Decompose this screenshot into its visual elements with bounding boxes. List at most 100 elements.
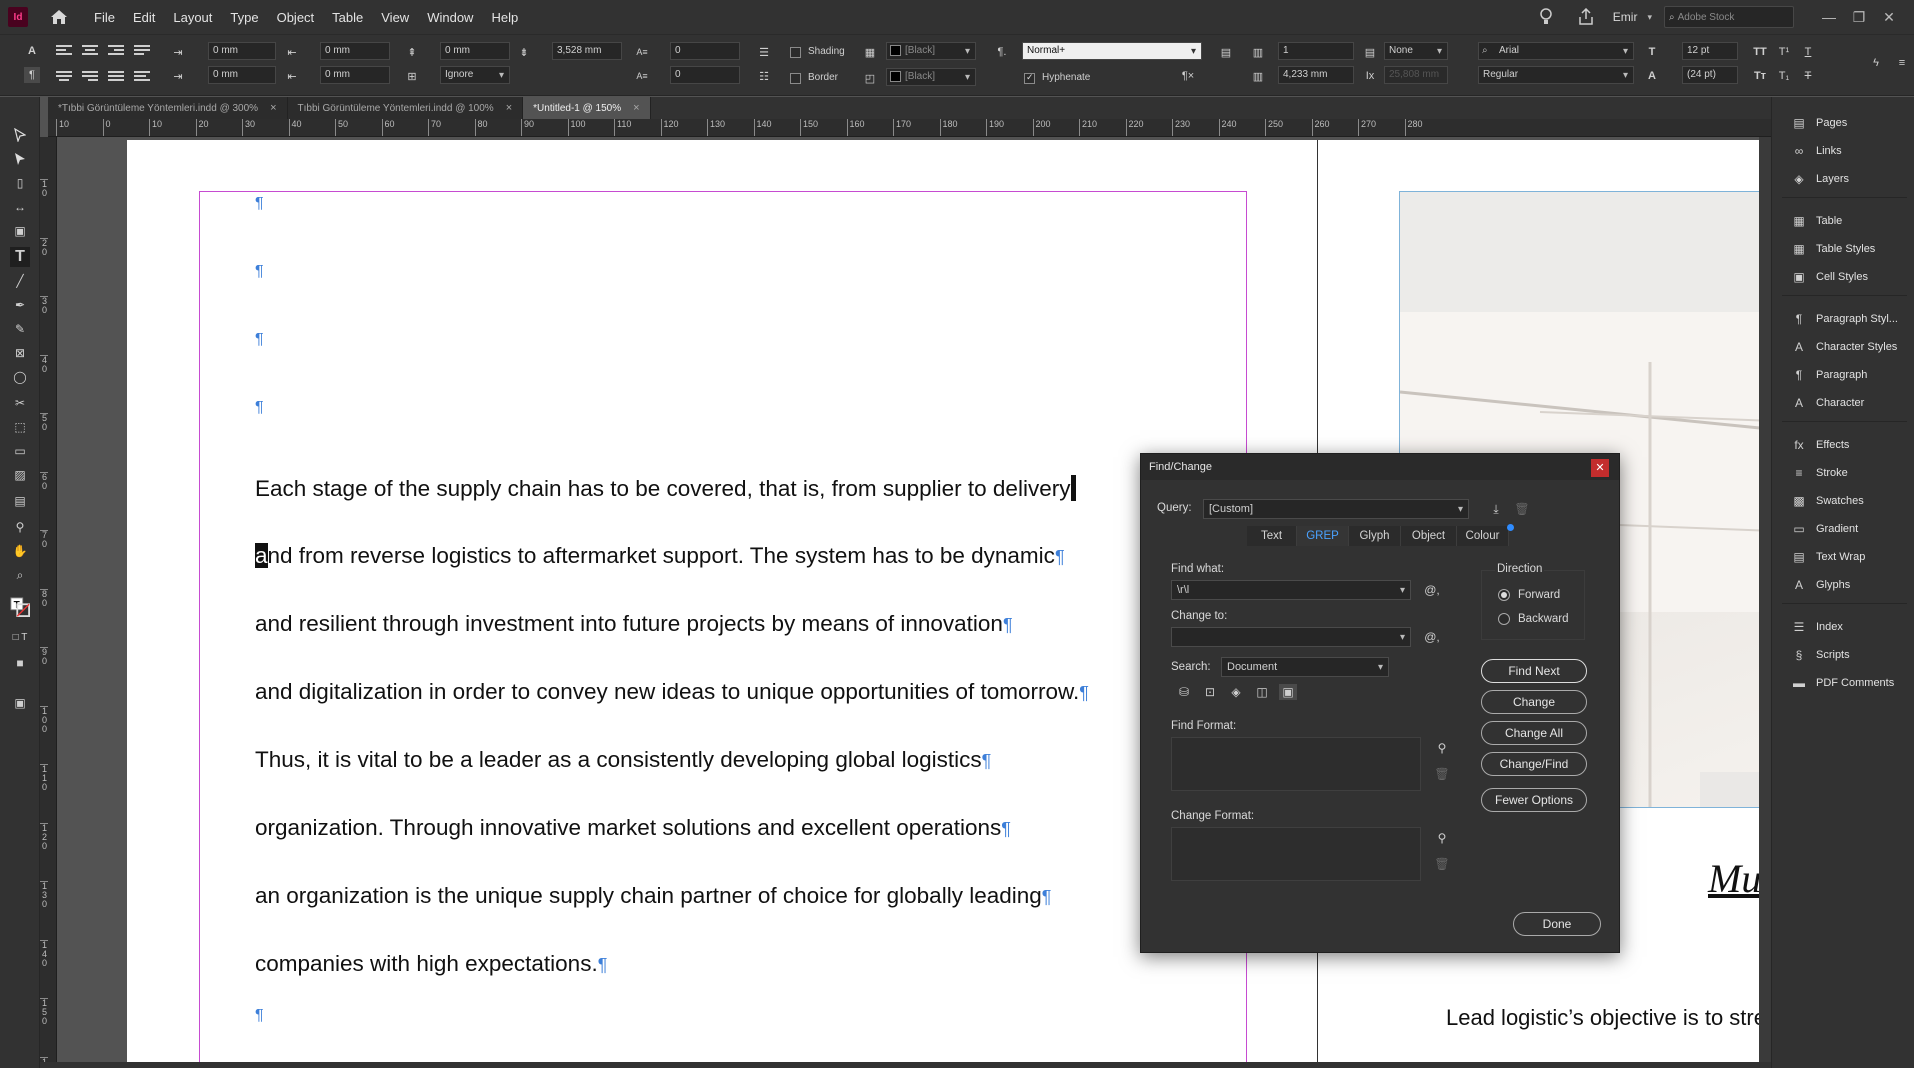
left-indent-field[interactable]: 0 mm — [208, 42, 276, 60]
fill-stroke-icon[interactable]: T — [10, 597, 30, 617]
panel-item-layers[interactable]: ◈ Layers — [1772, 167, 1914, 191]
panel-item-character-styles[interactable]: A Character Styles — [1772, 335, 1914, 359]
text-line[interactable]: Thus, it is vital to be a leader as a co… — [255, 747, 991, 773]
menu-view[interactable]: View — [381, 10, 409, 25]
text-line[interactable]: and digitalization in order to convey ne… — [255, 679, 1089, 705]
minimize-button[interactable]: — — [1814, 9, 1844, 25]
first-line-indent-field[interactable]: 0 mm — [208, 66, 276, 84]
tab-text[interactable]: Text — [1247, 526, 1297, 546]
menu-help[interactable]: Help — [491, 10, 518, 25]
tab-colour[interactable]: Colour — [1457, 526, 1509, 546]
panel-item-paragraph[interactable]: ¶ Paragraph — [1772, 363, 1914, 387]
page-tool-icon[interactable]: ▯ — [10, 173, 30, 193]
menu-table[interactable]: Table — [332, 10, 363, 25]
panel-item-scripts[interactable]: § Scripts — [1772, 643, 1914, 667]
hyphenate-checkbox[interactable] — [1024, 72, 1035, 84]
stock-search-input[interactable]: ⌕ Adobe Stock — [1664, 6, 1794, 28]
panel-item-gradient[interactable]: ▭ Gradient — [1772, 517, 1914, 541]
list-icon[interactable]: ▤ — [1218, 44, 1234, 60]
superscript-icon[interactable]: T¹ — [1776, 44, 1792, 60]
change-format-box[interactable] — [1171, 827, 1421, 881]
panel-menu-icon[interactable]: ≡ — [1894, 55, 1910, 71]
find-format-settings-icon[interactable]: ⚲ — [1433, 740, 1451, 756]
change-to-input[interactable]: ▾ — [1171, 627, 1411, 647]
numbering-icon[interactable]: ☷ — [756, 68, 772, 84]
justify-right-icon[interactable] — [82, 71, 98, 85]
space-after-field[interactable]: 3,528 mm — [552, 42, 622, 60]
text-line[interactable]: Each stage of the supply chain has to be… — [255, 475, 1077, 502]
menu-object[interactable]: Object — [277, 10, 315, 25]
column-gutter-field[interactable]: 4,233 mm — [1278, 66, 1354, 84]
document-tab[interactable]: *Untitled-1 @ 150% × — [523, 97, 651, 119]
panel-item-glyphs[interactable]: A Glyphs — [1772, 573, 1914, 597]
font-style-select[interactable]: Regular ▾ — [1478, 66, 1634, 84]
tab-grep[interactable]: GREP — [1297, 526, 1349, 546]
pen-tool-icon[interactable]: ✒ — [10, 295, 30, 315]
fewer-options-button[interactable]: Fewer Options — [1481, 788, 1587, 812]
menu-layout[interactable]: Layout — [173, 10, 212, 25]
save-query-icon[interactable]: ⤓ — [1487, 501, 1505, 517]
text-line[interactable]: organization. Through innovative market … — [255, 815, 1011, 841]
menu-file[interactable]: File — [94, 10, 115, 25]
chevron-down-icon[interactable]: ▾ — [1647, 12, 1652, 23]
columns-field[interactable]: 1 — [1278, 42, 1354, 60]
forward-radio[interactable] — [1498, 589, 1510, 601]
panel-item-pdf-comments[interactable]: ▬ PDF Comments — [1772, 671, 1914, 695]
canvas-scrollbar[interactable] — [1759, 137, 1771, 1062]
justify-center-icon[interactable] — [56, 71, 72, 85]
menu-window[interactable]: Window — [427, 10, 473, 25]
panel-item-stroke[interactable]: ≡ Stroke — [1772, 461, 1914, 485]
align-right-icon[interactable] — [108, 45, 124, 59]
strikethrough-icon[interactable]: T — [1800, 68, 1816, 84]
panel-item-pages[interactable]: ▤ Pages — [1772, 111, 1914, 135]
panel-item-swatches[interactable]: ▩ Swatches — [1772, 489, 1914, 513]
last-line-indent-field[interactable]: 0 mm — [320, 66, 390, 84]
line-tool-icon[interactable]: ╱ — [10, 271, 30, 291]
close-window-button[interactable]: ✕ — [1874, 9, 1904, 26]
lightning-icon[interactable]: ϟ — [1868, 55, 1884, 71]
justify-left-icon[interactable] — [134, 45, 150, 59]
hand-tool-icon[interactable]: ✋ — [10, 541, 30, 561]
note-tool-icon[interactable]: ▤ — [10, 491, 30, 511]
scissors-tool-icon[interactable]: ✂ — [10, 393, 30, 413]
drop-cap-lines-field[interactable]: 0 — [670, 42, 740, 60]
align-to-grid-select[interactable]: Ignore ▾ — [440, 66, 510, 84]
border-checkbox[interactable] — [790, 73, 801, 84]
gradient-swatch-tool-icon[interactable]: ▭ — [10, 441, 30, 461]
find-what-input[interactable]: \r\l ▾ — [1171, 580, 1411, 600]
tab-object[interactable]: Object — [1401, 526, 1457, 546]
change-format-settings-icon[interactable]: ⚲ — [1433, 830, 1451, 846]
find-format-box[interactable] — [1171, 737, 1421, 791]
type-tool-icon[interactable]: T — [10, 247, 30, 267]
underline-icon[interactable]: T — [1800, 44, 1816, 60]
span-select[interactable]: None ▾ — [1384, 42, 1448, 60]
menu-type[interactable]: Type — [230, 10, 258, 25]
shading-color-select[interactable]: [Black] ▾ — [886, 42, 976, 60]
include-master-pages-icon[interactable]: ◫ — [1253, 684, 1271, 700]
close-tab-icon[interactable]: × — [270, 102, 276, 114]
eyedropper-tool-icon[interactable]: ⚲ — [10, 517, 30, 537]
drop-cap-chars-field[interactable]: 0 — [670, 66, 740, 84]
text-line[interactable]: and resilient through investment into fu… — [255, 611, 1013, 637]
space-before-field[interactable]: 0 mm — [440, 42, 510, 60]
document-tab[interactable]: Tıbbi Görüntüleme Yöntemleri.indd @ 100%… — [287, 97, 524, 119]
search-scope-select[interactable]: Document ▾ — [1221, 657, 1389, 677]
panel-item-table-styles[interactable]: ▦ Table Styles — [1772, 237, 1914, 261]
panel-item-cell-styles[interactable]: ▣ Cell Styles — [1772, 265, 1914, 289]
gap-tool-icon[interactable]: ↔ — [10, 197, 30, 217]
panel-item-table[interactable]: ▦ Table — [1772, 209, 1914, 233]
font-family-select[interactable]: ⌕ Arial ▾ — [1478, 42, 1634, 60]
include-footnotes-icon[interactable]: ▣ — [1279, 684, 1297, 700]
document-tab[interactable]: *Tıbbi Görüntüleme Yöntemleri.indd @ 300… — [48, 97, 288, 119]
delete-query-icon[interactable]: 🗑 — [1513, 501, 1531, 517]
screen-mode-icon[interactable]: ▣ — [10, 693, 30, 713]
include-locked-stories-icon[interactable]: ⊡ — [1201, 684, 1219, 700]
close-tab-icon[interactable]: × — [633, 102, 639, 114]
clear-find-format-icon[interactable]: 🗑 — [1433, 766, 1451, 782]
font-size-field[interactable]: 12 pt — [1682, 42, 1738, 60]
ellipse-tool-icon[interactable]: ◯ — [10, 367, 30, 387]
character-controls-icon[interactable]: A — [24, 43, 40, 59]
small-caps-icon[interactable]: Tт — [1752, 68, 1768, 84]
include-hidden-layers-icon[interactable]: ◈ — [1227, 684, 1245, 700]
change-button[interactable]: Change — [1481, 690, 1587, 714]
